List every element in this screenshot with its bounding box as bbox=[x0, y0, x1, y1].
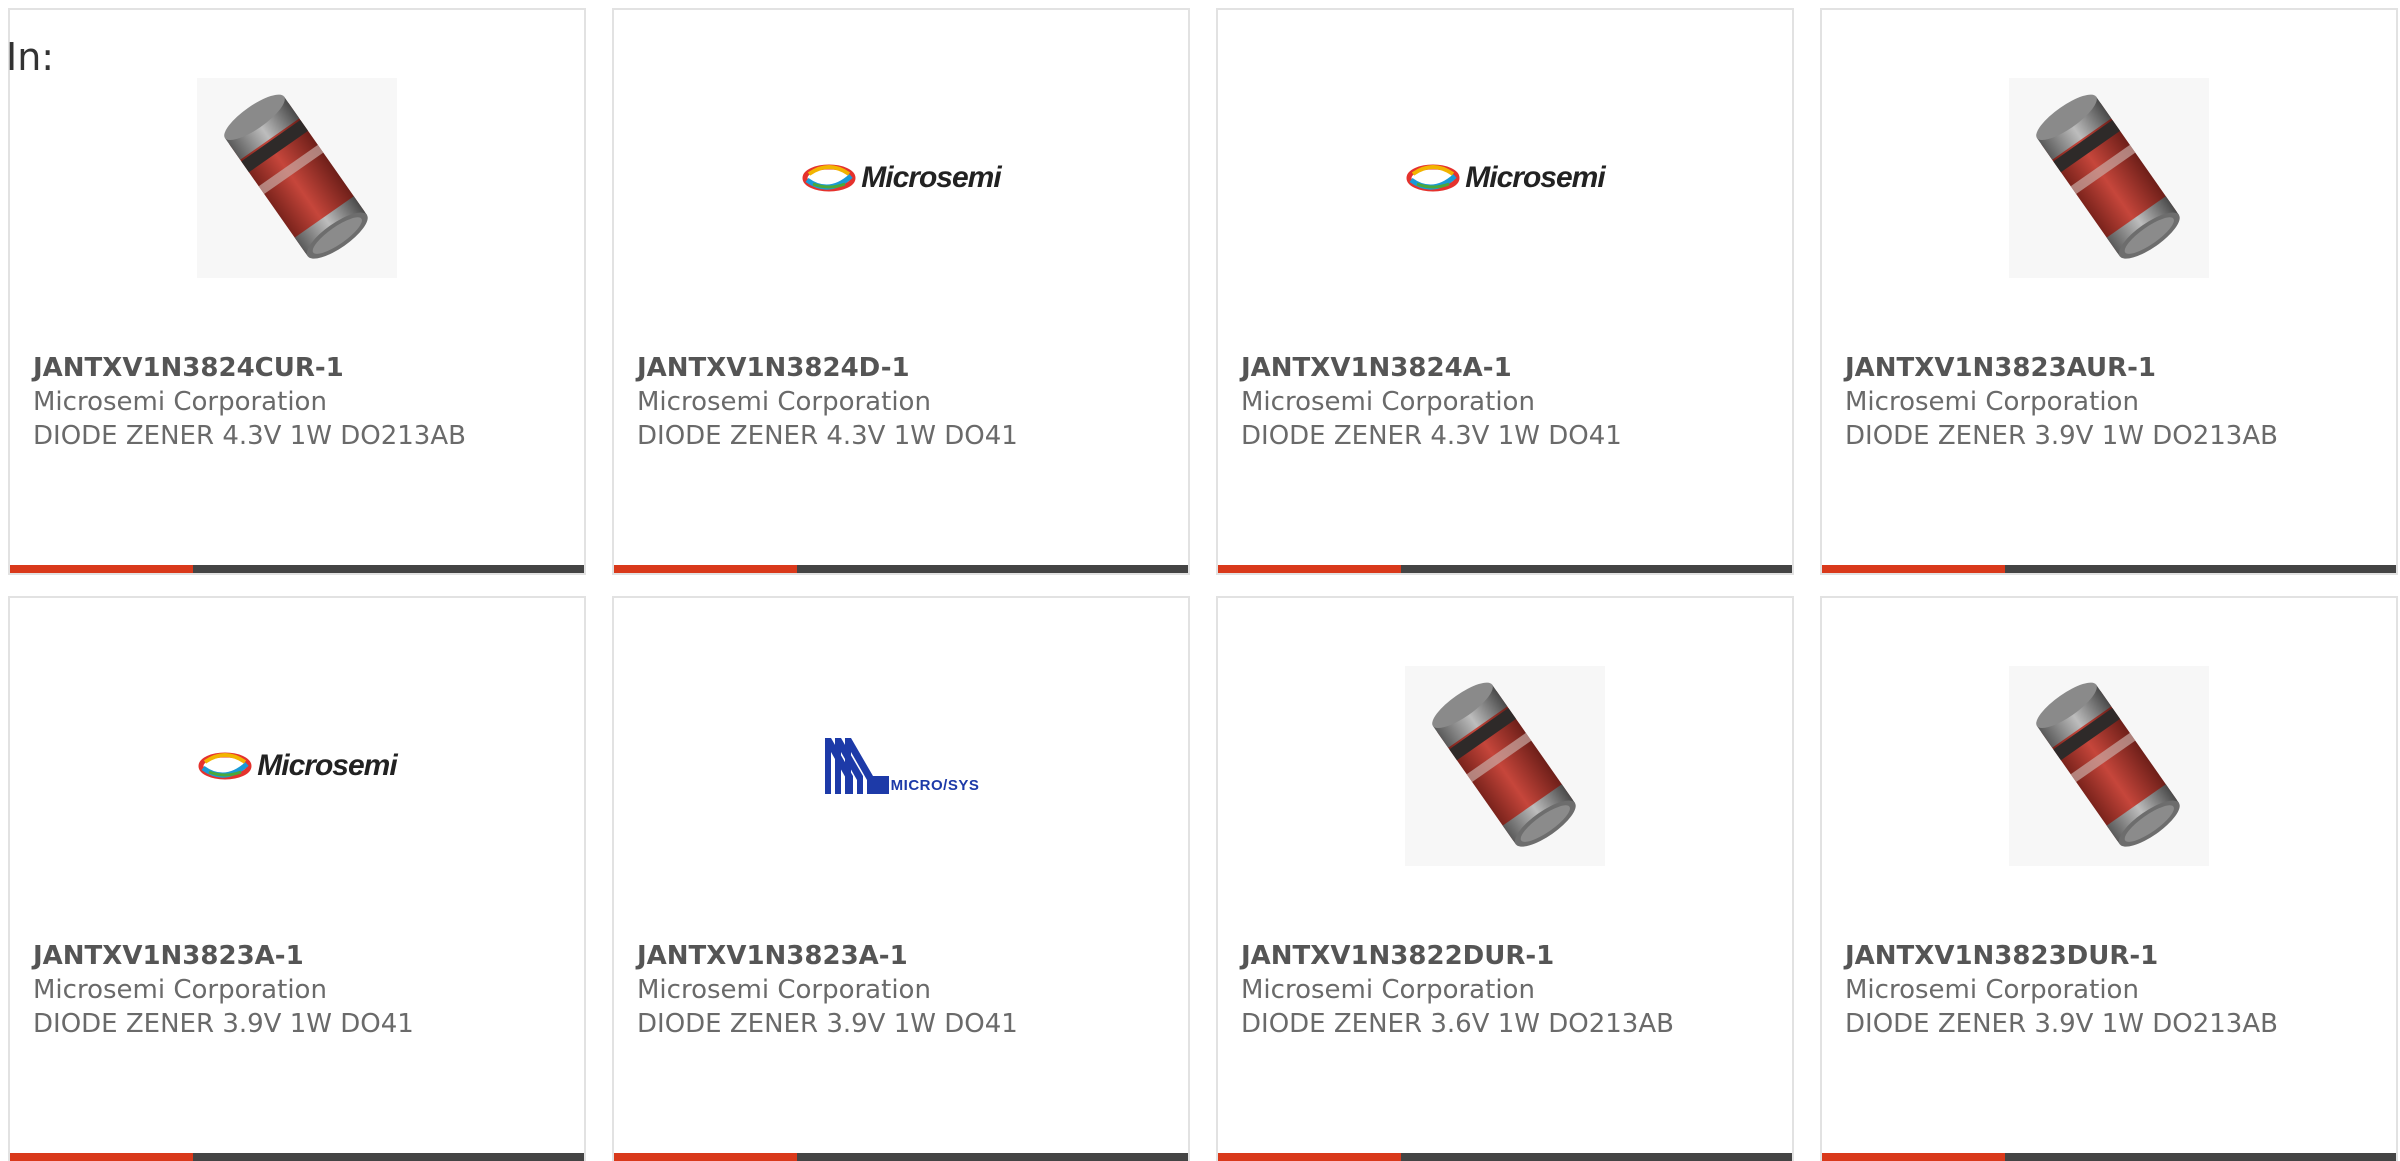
diode-image bbox=[2009, 666, 2209, 866]
product-image: Microsemi bbox=[10, 666, 584, 866]
manufacturer: Microsemi Corporation bbox=[33, 387, 327, 417]
product-card[interactable]: Microsemi JANTXV1N3824A-1 Microsemi Corp… bbox=[1216, 8, 1794, 575]
product-image: Microsemi bbox=[1218, 78, 1792, 278]
description: DIODE ZENER 3.6V 1W DO213AB bbox=[1241, 1009, 1674, 1039]
logo-text: Microsemi bbox=[861, 161, 1001, 194]
description: DIODE ZENER 4.3V 1W DO213AB bbox=[33, 421, 466, 451]
manufacturer: Microsemi Corporation bbox=[637, 975, 931, 1005]
product-image: MICRO/SYS bbox=[614, 666, 1188, 866]
part-number[interactable]: JANTXV1N3824A-1 bbox=[1241, 351, 1782, 385]
microsys-logo: MICRO/SYS bbox=[823, 736, 980, 796]
card-bottom-bar bbox=[1822, 565, 2396, 573]
card-bottom-bar bbox=[614, 565, 1188, 573]
part-number[interactable]: JANTXV1N3823DUR-1 bbox=[1845, 939, 2386, 973]
product-info: JANTXV1N3824A-1 Microsemi Corporation DI… bbox=[1241, 351, 1782, 453]
manufacturer: Microsemi Corporation bbox=[1845, 387, 2139, 417]
logo-text: MICRO/SYS bbox=[890, 777, 980, 794]
product-info: JANTXV1N3822DUR-1 Microsemi Corporation … bbox=[1241, 939, 1782, 1041]
product-card[interactable]: JANTXV1N3822DUR-1 Microsemi Corporation … bbox=[1216, 596, 1794, 1161]
product-grid: JANTXV1N3824CUR-1 Microsemi Corporation … bbox=[8, 8, 2400, 1161]
description: DIODE ZENER 4.3V 1W DO41 bbox=[637, 421, 1018, 451]
product-card[interactable]: Microsemi JANTXV1N3823A-1 Microsemi Corp… bbox=[8, 596, 586, 1161]
description: DIODE ZENER 3.9V 1W DO41 bbox=[33, 1009, 414, 1039]
manufacturer: Microsemi Corporation bbox=[33, 975, 327, 1005]
product-card[interactable]: MICRO/SYS JANTXV1N3823A-1 Microsemi Corp… bbox=[612, 596, 1190, 1161]
results-page: In: JANTXV1N3824CUR-1 Microsemi Corporat… bbox=[0, 0, 2400, 1161]
diode-image bbox=[1405, 666, 1605, 866]
filter-label: In: bbox=[6, 35, 55, 79]
card-bottom-bar bbox=[614, 1153, 1188, 1161]
product-image bbox=[1822, 78, 2396, 278]
product-card[interactable]: JANTXV1N3823AUR-1 Microsemi Corporation … bbox=[1820, 8, 2398, 575]
microsemi-logo: Microsemi bbox=[1405, 161, 1606, 195]
product-card[interactable]: JANTXV1N3823DUR-1 Microsemi Corporation … bbox=[1820, 596, 2398, 1161]
part-number[interactable]: JANTXV1N3823A-1 bbox=[637, 939, 1178, 973]
product-info: JANTXV1N3823AUR-1 Microsemi Corporation … bbox=[1845, 351, 2386, 453]
part-number[interactable]: JANTXV1N3823A-1 bbox=[33, 939, 574, 973]
product-info: JANTXV1N3824CUR-1 Microsemi Corporation … bbox=[33, 351, 574, 453]
description: DIODE ZENER 4.3V 1W DO41 bbox=[1241, 421, 1622, 451]
manufacturer: Microsemi Corporation bbox=[1845, 975, 2139, 1005]
card-bottom-bar bbox=[1218, 565, 1792, 573]
product-info: JANTXV1N3824D-1 Microsemi Corporation DI… bbox=[637, 351, 1178, 453]
product-info: JANTXV1N3823A-1 Microsemi Corporation DI… bbox=[33, 939, 574, 1041]
diode-image bbox=[197, 78, 397, 278]
card-bottom-bar bbox=[10, 565, 584, 573]
description: DIODE ZENER 3.9V 1W DO213AB bbox=[1845, 1009, 2278, 1039]
diode-image bbox=[2009, 78, 2209, 278]
part-number[interactable]: JANTXV1N3824CUR-1 bbox=[33, 351, 574, 385]
part-number[interactable]: JANTXV1N3822DUR-1 bbox=[1241, 939, 1782, 973]
card-bottom-bar bbox=[1218, 1153, 1792, 1161]
microsemi-logo: Microsemi bbox=[197, 749, 398, 783]
card-bottom-bar bbox=[1822, 1153, 2396, 1161]
product-image: Microsemi bbox=[614, 78, 1188, 278]
product-card[interactable]: Microsemi JANTXV1N3824D-1 Microsemi Corp… bbox=[612, 8, 1190, 575]
part-number[interactable]: JANTXV1N3824D-1 bbox=[637, 351, 1178, 385]
product-info: JANTXV1N3823A-1 Microsemi Corporation DI… bbox=[637, 939, 1178, 1041]
description: DIODE ZENER 3.9V 1W DO213AB bbox=[1845, 421, 2278, 451]
description: DIODE ZENER 3.9V 1W DO41 bbox=[637, 1009, 1018, 1039]
product-image bbox=[1822, 666, 2396, 866]
manufacturer: Microsemi Corporation bbox=[637, 387, 931, 417]
card-bottom-bar bbox=[10, 1153, 584, 1161]
logo-text: Microsemi bbox=[257, 749, 397, 782]
microsemi-logo: Microsemi bbox=[801, 161, 1002, 195]
product-info: JANTXV1N3823DUR-1 Microsemi Corporation … bbox=[1845, 939, 2386, 1041]
product-card[interactable]: JANTXV1N3824CUR-1 Microsemi Corporation … bbox=[8, 8, 586, 575]
manufacturer: Microsemi Corporation bbox=[1241, 975, 1535, 1005]
logo-text: Microsemi bbox=[1465, 161, 1605, 194]
manufacturer: Microsemi Corporation bbox=[1241, 387, 1535, 417]
product-image bbox=[10, 78, 584, 278]
part-number[interactable]: JANTXV1N3823AUR-1 bbox=[1845, 351, 2386, 385]
product-image bbox=[1218, 666, 1792, 866]
